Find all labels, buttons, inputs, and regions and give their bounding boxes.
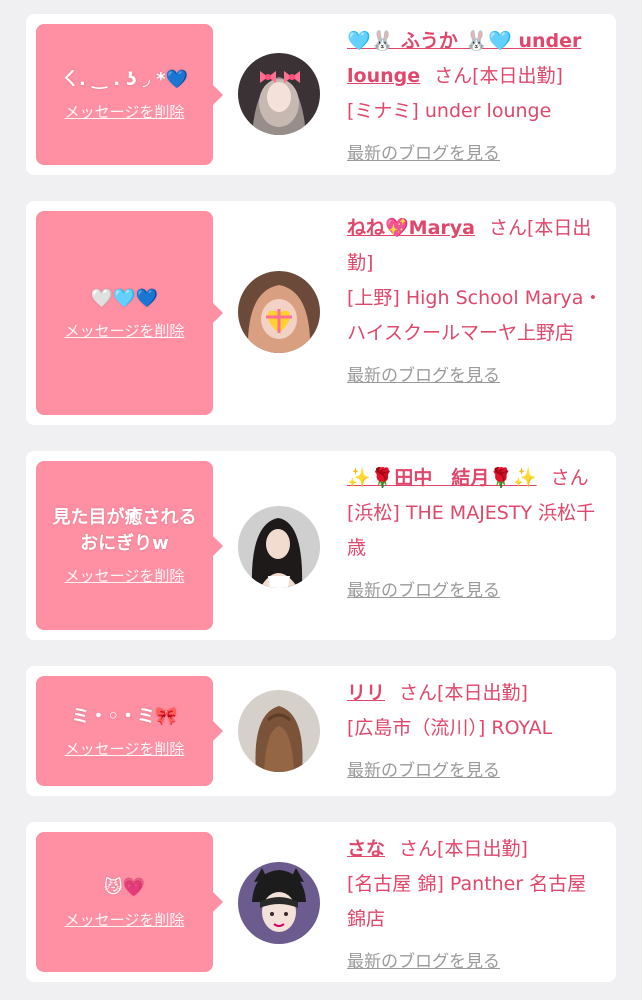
latest-blog-link[interactable]: 最新のブログを見る xyxy=(347,137,500,172)
delete-message-link[interactable]: メッセージを削除 xyxy=(65,101,185,122)
status-label: [本日出勤] xyxy=(472,65,563,87)
cast-name-link[interactable]: リリ xyxy=(347,682,385,704)
latest-blog-link[interactable]: 最新のブログを見る xyxy=(347,359,500,394)
avatar[interactable] xyxy=(238,506,320,588)
avatar[interactable] xyxy=(238,271,320,353)
message-text: ミ・◦・ミ🎀 xyxy=(71,705,178,727)
message-card: 😼💗 メッセージを削除 さな さん[本日出勤] [名古屋 錦] Panther 名… xyxy=(26,822,616,982)
message-card: ㄑ. ‿ . ʖ ◞ *💙 メッセージを削除 🩵🐰 ふうか 🐰🩵 under l… xyxy=(26,14,616,175)
message-bubble: ㄑ. ‿ . ʖ ◞ *💙 メッセージを削除 xyxy=(36,24,223,165)
cast-info: ✨🌹田中 結月🌹✨ さん [浜松] THE MAJESTY 浜松千歳 最新のブログ… xyxy=(347,461,605,609)
delete-message-link[interactable]: メッセージを削除 xyxy=(65,320,185,341)
delete-message-link[interactable]: メッセージを削除 xyxy=(65,909,185,930)
status-label: [本日出勤] xyxy=(437,838,528,860)
shop-label: [浜松] THE MAJESTY 浜松千歳 xyxy=(347,502,596,559)
message-text: ㄑ. ‿ . ʖ ◞ *💙 xyxy=(60,69,189,90)
message-text: 🤍🩵💙 xyxy=(90,287,159,309)
honorific-label: さん xyxy=(399,682,438,704)
message-bubble: ミ・◦・ミ🎀 メッセージを削除 xyxy=(36,676,223,786)
shop-label: [広島市（流川）] ROYAL xyxy=(347,717,553,739)
delete-message-link[interactable]: メッセージを削除 xyxy=(65,565,185,586)
latest-blog-link[interactable]: 最新のブログを見る xyxy=(347,574,500,609)
honorific-label: さん xyxy=(434,65,473,87)
message-bubble: 見た目が癒される おにぎりw メッセージを削除 xyxy=(36,461,223,630)
cast-name-link[interactable]: ねね💖Marya xyxy=(347,217,475,239)
honorific-label: さん xyxy=(399,838,438,860)
message-bubble: 🤍🩵💙 メッセージを削除 xyxy=(36,211,223,415)
honorific-label: さん xyxy=(550,467,589,489)
cast-name-link[interactable]: ✨🌹田中 結月🌹✨ xyxy=(347,467,537,489)
message-text: 見た目が癒される おにぎりw xyxy=(52,507,197,554)
status-label: [本日出勤] xyxy=(437,682,528,704)
message-card: 見た目が癒される おにぎりw メッセージを削除 ✨🌹田中 結月🌹✨ さん [浜松]… xyxy=(26,451,616,640)
message-card: ミ・◦・ミ🎀 メッセージを削除 リリ さん[本日出勤] [広島市（流川）] ROY… xyxy=(26,666,616,796)
message-card: 🤍🩵💙 メッセージを削除 ねね💖Marya さん[本日出勤] [上野] High … xyxy=(26,201,616,425)
message-bubble: 😼💗 メッセージを削除 xyxy=(36,832,223,972)
cast-info: さな さん[本日出勤] [名古屋 錦] Panther 名古屋錦店 最新のブログを… xyxy=(347,832,605,980)
cast-info: 🩵🐰 ふうか 🐰🩵 under lounge さん[本日出勤] [ミナミ] und… xyxy=(347,24,605,172)
shop-label: [上野] High School Marya・ハイスクールマーヤ上野店 xyxy=(347,287,603,344)
delete-message-link[interactable]: メッセージを削除 xyxy=(65,738,185,759)
honorific-label: さん xyxy=(488,217,527,239)
latest-blog-link[interactable]: 最新のブログを見る xyxy=(347,754,500,789)
cast-info: ねね💖Marya さん[本日出勤] [上野] High School Marya・… xyxy=(347,211,605,394)
message-text: 😼💗 xyxy=(103,876,146,898)
avatar[interactable] xyxy=(238,690,320,772)
avatar[interactable] xyxy=(238,53,320,135)
latest-blog-link[interactable]: 最新のブログを見る xyxy=(347,945,500,980)
cast-name-link[interactable]: さな xyxy=(347,838,385,860)
avatar[interactable] xyxy=(238,862,320,944)
shop-label: [名古屋 錦] Panther 名古屋錦店 xyxy=(347,873,587,930)
cast-info: リリ さん[本日出勤] [広島市（流川）] ROYAL 最新のブログを見る xyxy=(347,676,605,789)
shop-label: [ミナミ] under lounge xyxy=(347,100,552,122)
